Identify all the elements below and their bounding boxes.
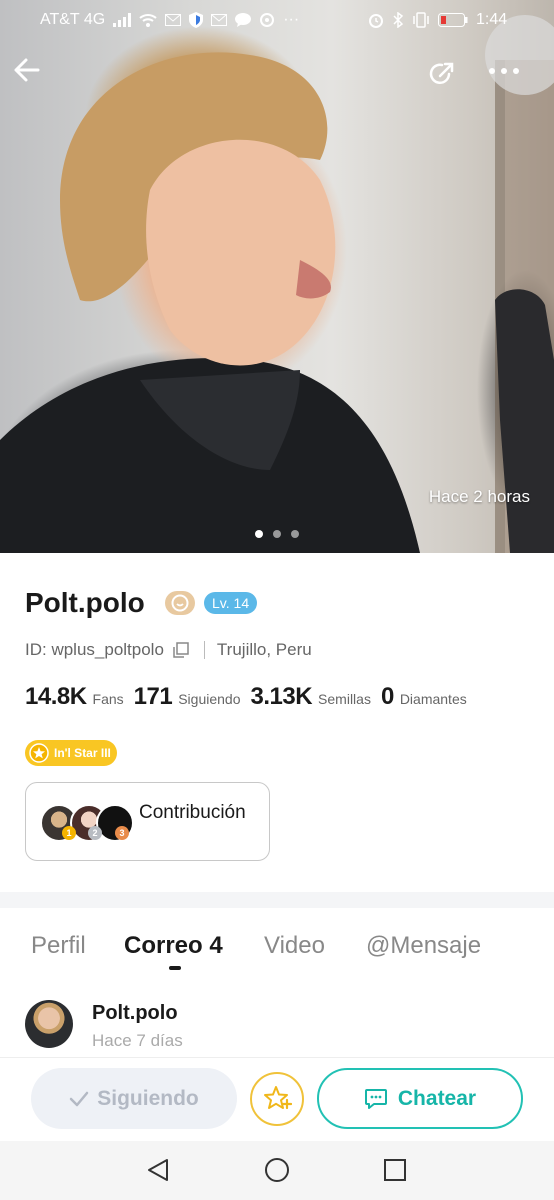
carousel-dot-3[interactable] [291, 530, 299, 538]
mail-icon-2 [211, 14, 228, 26]
signal-icon [113, 13, 132, 27]
following-count[interactable]: 171 [134, 683, 173, 711]
rank-badge-2: 2 [88, 826, 102, 840]
cover-photo-scene [0, 15, 554, 553]
following-label: Siguiendo [178, 691, 241, 707]
identity-badge [165, 591, 195, 615]
star-level-text: In'l Star III [54, 746, 111, 760]
following-button-label: Siguiendo [97, 1086, 199, 1110]
id-location-row: ID: wplus_poltpolo Trujillo, Peru [25, 640, 312, 660]
contribution-card[interactable]: 1 2 3 Contribución [25, 782, 270, 861]
post-author-avatar[interactable] [25, 1000, 73, 1048]
tab-mensaje[interactable]: @Mensaje [366, 932, 481, 960]
chat-button[interactable]: Chatear [317, 1068, 523, 1129]
more-options-button[interactable] [484, 56, 524, 86]
bluetooth-icon [393, 12, 404, 28]
vibrate-icon [413, 12, 429, 28]
profile-username: Polt.polo [25, 587, 145, 618]
alarm-icon [369, 14, 383, 28]
share-button[interactable] [424, 56, 460, 92]
divider [203, 641, 205, 659]
user-location: Trujillo, Peru [216, 640, 312, 659]
favorite-button[interactable] [250, 1072, 304, 1126]
battery-icon [438, 13, 468, 27]
more-notifications-icon: ··· [283, 11, 300, 28]
star-plus-icon [264, 1086, 292, 1110]
star-medal-icon [29, 743, 49, 763]
square-recents-icon [384, 1159, 406, 1181]
rank-badge-3: 3 [115, 826, 129, 840]
rank-badge-1: 1 [62, 826, 76, 840]
arrow-left-icon [14, 58, 40, 82]
copy-icon[interactable] [170, 641, 192, 659]
level-badge: Lv. 14 [204, 592, 258, 614]
stats-row: 14.8K Fans 171 Siguiendo 3.13K Semillas … [25, 683, 477, 711]
chat-icon [364, 1088, 387, 1109]
post-time: Hace 7 días [92, 1031, 183, 1050]
contribution-label: Contribución [139, 802, 246, 823]
share-icon [429, 62, 454, 84]
status-time: 1:44 [476, 11, 508, 28]
nav-recents-button[interactable] [380, 1155, 410, 1185]
tab-video[interactable]: Video [264, 932, 325, 960]
triangle-back-icon [148, 1159, 168, 1181]
shield-icon [189, 12, 204, 28]
photo-timestamp: Hace 2 horas [428, 487, 530, 506]
fans-label: Fans [92, 691, 124, 707]
following-button[interactable]: Siguiendo [31, 1068, 237, 1129]
chat-button-label: Chatear [397, 1086, 477, 1110]
carousel-dot-1[interactable] [255, 530, 263, 538]
carrier-label: AT&T 4G [40, 11, 106, 28]
location-icon [260, 13, 275, 27]
star-level-badge[interactable]: In'l Star III [25, 740, 117, 766]
back-button[interactable] [10, 52, 46, 88]
fans-count[interactable]: 14.8K [25, 683, 87, 711]
mail-icon [165, 14, 182, 26]
more-dots-icon [489, 68, 519, 74]
carousel-dot-2[interactable] [273, 530, 281, 538]
profile-cover-photo[interactable]: AT&T 4G ··· 1:44 Hace 2 horas [0, 0, 554, 553]
diamonds-count[interactable]: 0 [381, 683, 394, 711]
nav-back-button[interactable] [143, 1155, 173, 1185]
user-id: ID: wplus_poltpolo [25, 640, 164, 659]
seeds-label: Semillas [318, 691, 371, 707]
status-bar-right: 1:44 [368, 8, 507, 32]
diamonds-label: Diamantes [399, 691, 467, 707]
chat-bubble-icon [235, 13, 252, 27]
wifi-icon [139, 14, 157, 27]
nav-home-button[interactable] [262, 1155, 292, 1185]
circle-home-icon [265, 1158, 289, 1182]
seeds-count[interactable]: 3.13K [251, 683, 313, 711]
checkmark-icon [70, 1091, 89, 1106]
smiley-badge-icon [171, 594, 189, 612]
post-author-name[interactable]: Polt.polo [92, 1002, 178, 1025]
active-tab-indicator [169, 966, 181, 970]
section-divider [0, 892, 554, 908]
tab-perfil[interactable]: Perfil [31, 932, 86, 960]
tab-correo[interactable]: Correo 4 [124, 932, 223, 960]
status-bar-left: AT&T 4G ··· [40, 8, 299, 32]
